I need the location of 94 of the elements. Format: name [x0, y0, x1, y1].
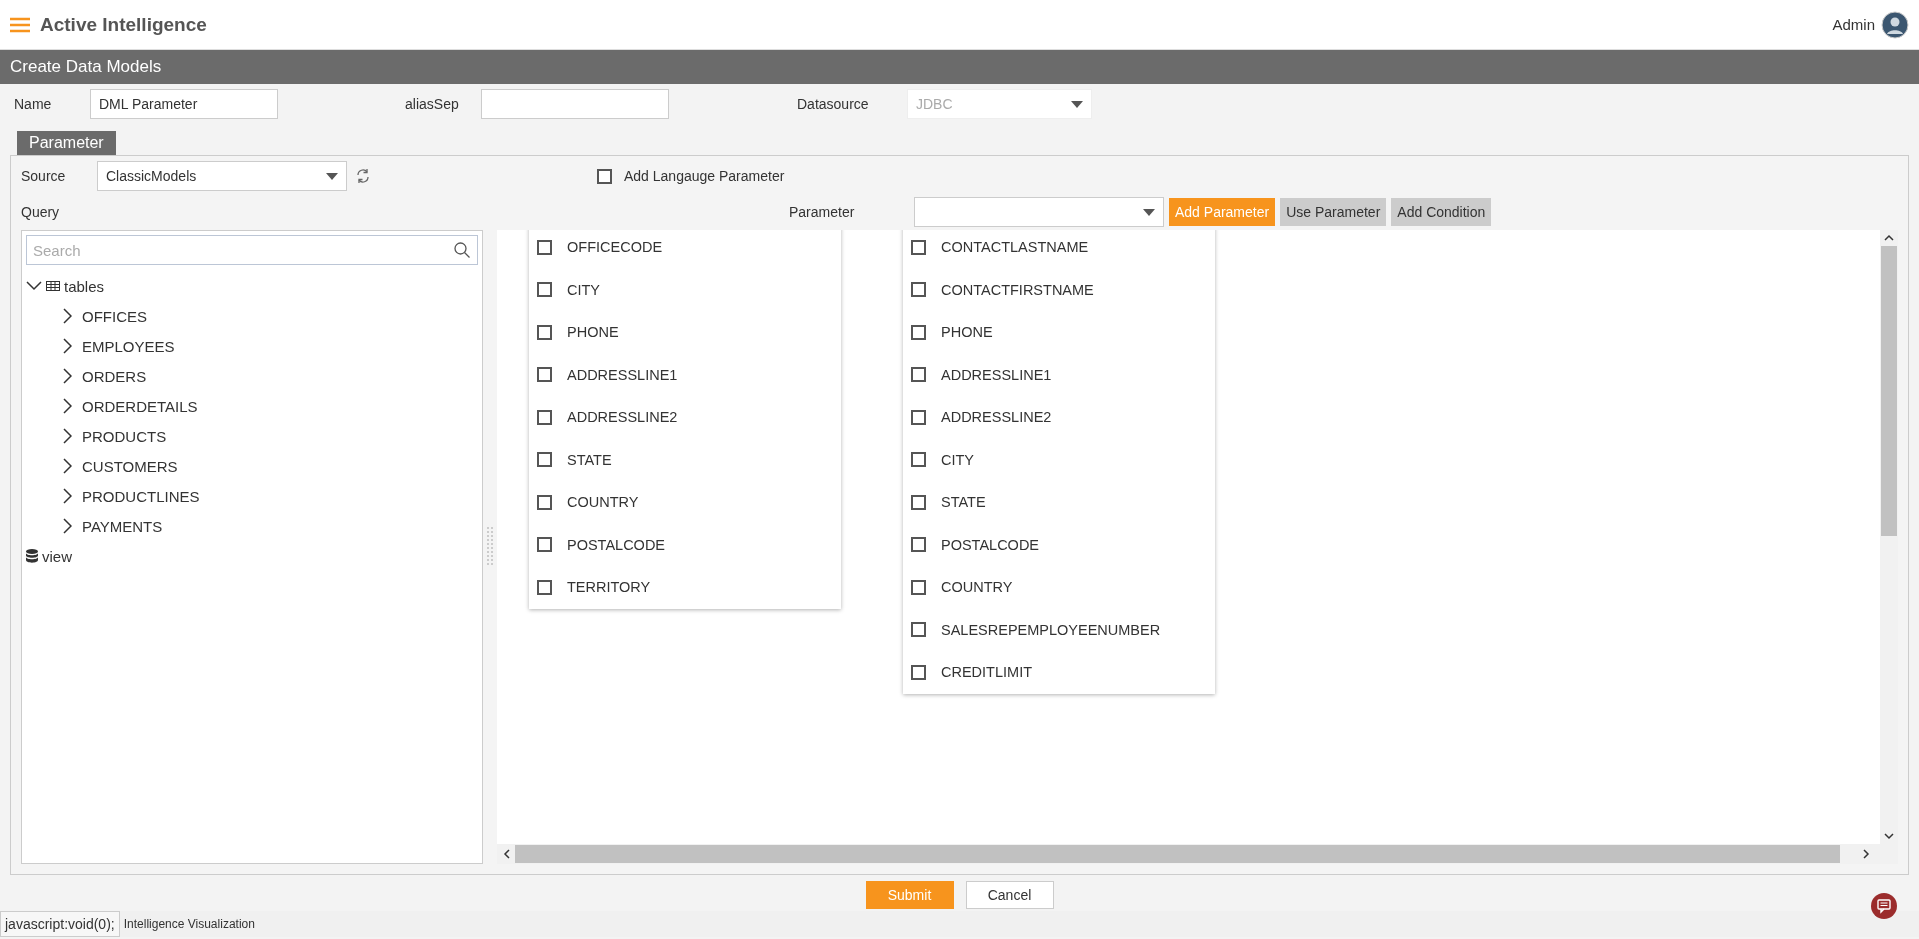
column-checkbox[interactable]	[911, 537, 926, 553]
avatar-icon[interactable]	[1881, 10, 1909, 39]
user-name[interactable]: Admin	[1832, 16, 1875, 33]
table-icon	[46, 281, 60, 291]
scroll-right-icon[interactable]	[1862, 849, 1870, 859]
page-title: Create Data Models	[0, 50, 1919, 84]
parameter-label: Parameter	[789, 204, 856, 220]
tree-item[interactable]: PAYMENTS	[82, 517, 163, 535]
column-name: ADDRESSLINE1	[567, 366, 678, 383]
chevron-right-icon[interactable]	[62, 488, 72, 504]
name-label: Name	[14, 96, 53, 112]
drag-handle-icon[interactable]	[487, 527, 493, 567]
column-checkbox[interactable]	[911, 579, 926, 595]
dropdown-caret-icon	[326, 172, 338, 180]
action-button[interactable]: Use Parameter	[1280, 198, 1387, 226]
column-name: CITY	[567, 281, 601, 298]
column-name: STATE	[567, 451, 612, 468]
column-name: CONTACTLASTNAME	[941, 239, 1089, 256]
chevron-right-icon[interactable]	[62, 308, 72, 324]
app-title: Active Intelligence	[40, 13, 207, 36]
column-checkbox[interactable]	[911, 409, 926, 425]
column-checkbox[interactable]	[537, 324, 552, 340]
column-checkbox[interactable]	[537, 239, 552, 255]
datasource-label: Datasource	[797, 96, 870, 112]
status-text: Intelligence Visualization	[123, 917, 255, 931]
column-checkbox[interactable]	[537, 494, 552, 510]
column-name: ADDRESSLINE2	[941, 409, 1052, 426]
chevron-right-icon[interactable]	[62, 458, 72, 474]
tree-item[interactable]: ORDERDETAILS	[82, 397, 198, 415]
tree-item[interactable]: PRODUCTS	[82, 427, 167, 445]
parameter-tab[interactable]: Parameter	[17, 131, 116, 155]
column-checkbox[interactable]	[537, 367, 552, 383]
column-name: ADDRESSLINE1	[941, 366, 1052, 383]
tree-item[interactable]: tables	[64, 277, 105, 295]
column-checkbox[interactable]	[911, 239, 926, 255]
column-checkbox[interactable]	[537, 579, 552, 595]
column-name: POSTALCODE	[567, 536, 666, 553]
dropdown-caret-icon	[1143, 208, 1155, 216]
refresh-icon[interactable]	[355, 168, 371, 184]
column-checkbox[interactable]	[537, 409, 552, 425]
column-name: ADDRESSLINE2	[567, 409, 678, 426]
language-parameter-checkbox[interactable]	[597, 168, 612, 184]
name-field[interactable]: DML Parameter	[90, 89, 278, 119]
tree-item[interactable]: CUSTOMERS	[82, 457, 178, 475]
column-name: TERRITORY	[567, 579, 651, 596]
chevron-right-icon[interactable]	[62, 398, 72, 414]
column-name: CONTACTFIRSTNAME	[941, 281, 1094, 298]
search-field[interactable]: Search	[26, 235, 478, 265]
action-button[interactable]: Add Condition	[1391, 198, 1492, 226]
tree-item[interactable]: PRODUCTLINES	[82, 487, 200, 505]
column-checkbox[interactable]	[911, 452, 926, 468]
column-name: STATE	[941, 494, 986, 511]
column-name: OFFICECODE	[567, 239, 663, 256]
link-preview: javascript:void(0);	[0, 911, 120, 937]
language-parameter-label: Add Langauge Parameter	[624, 168, 785, 184]
chevron-right-icon[interactable]	[62, 338, 72, 354]
column-checkbox[interactable]	[537, 537, 552, 553]
tree-item[interactable]: EMPLOYEES	[82, 337, 175, 355]
column-name: SALESREPEMPLOYEENUMBER	[941, 621, 1161, 638]
dropdown-caret-icon	[1071, 100, 1083, 108]
chevron-right-icon[interactable]	[62, 428, 72, 444]
scroll-left-icon[interactable]	[503, 849, 511, 859]
column-checkbox[interactable]	[911, 622, 926, 638]
column-checkbox[interactable]	[911, 494, 926, 510]
database-icon	[26, 549, 38, 563]
column-checkbox[interactable]	[911, 367, 926, 383]
form-button[interactable]: Cancel	[965, 881, 1054, 909]
scroll-down-icon[interactable]	[1884, 832, 1894, 840]
tree-item[interactable]: view	[42, 547, 72, 565]
column-checkbox[interactable]	[537, 452, 552, 468]
source-dropdown[interactable]: ClassicModels	[97, 161, 347, 191]
chevron-right-icon[interactable]	[62, 518, 72, 534]
tree-item[interactable]: OFFICES	[82, 307, 147, 325]
column-name: CREDITLIMIT	[941, 664, 1033, 681]
column-checkbox[interactable]	[911, 664, 926, 680]
alias-sep-label: aliasSep	[405, 96, 460, 112]
column-checkbox[interactable]	[537, 282, 552, 298]
scroll-up-icon[interactable]	[1884, 234, 1894, 242]
tree-item[interactable]: ORDERS	[82, 367, 147, 385]
source-label: Source	[21, 168, 67, 184]
column-checkbox[interactable]	[911, 282, 926, 298]
chevron-right-icon[interactable]	[62, 368, 72, 384]
chat-icon[interactable]	[1871, 893, 1897, 919]
alias-sep-field[interactable]	[481, 89, 669, 119]
column-name: PHONE	[941, 324, 993, 341]
column-name: CITY	[941, 451, 975, 468]
column-checkbox[interactable]	[911, 324, 926, 340]
query-label: Query	[21, 204, 61, 220]
column-name: COUNTRY	[567, 494, 639, 511]
column-name: COUNTRY	[941, 579, 1013, 596]
column-name: POSTALCODE	[941, 536, 1040, 553]
column-name: PHONE	[567, 324, 619, 341]
chevron-down-icon[interactable]	[26, 281, 42, 291]
search-icon[interactable]	[454, 242, 470, 258]
